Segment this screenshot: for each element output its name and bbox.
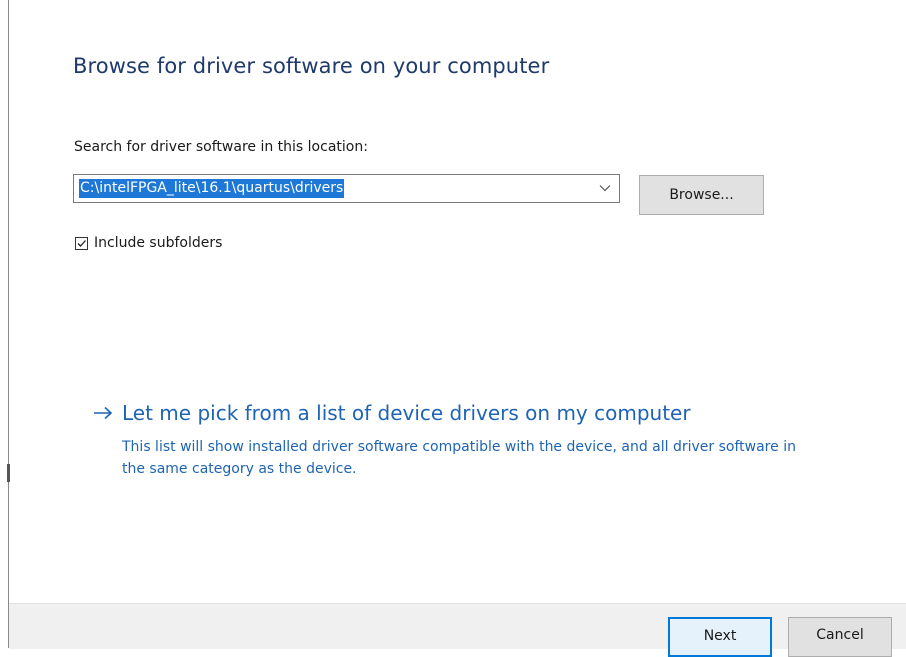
driver-path-input[interactable]: C:\intelFPGA_lite\16.1\quartus\drivers xyxy=(79,179,345,198)
window-left-border xyxy=(8,0,9,648)
include-subfolders-label[interactable]: Include subfolders xyxy=(94,235,222,251)
chevron-down-icon[interactable] xyxy=(597,177,613,199)
driver-path-combobox[interactable]: C:\intelFPGA_lite\16.1\quartus\drivers xyxy=(73,174,620,203)
pick-from-list-title[interactable]: Let me pick from a list of device driver… xyxy=(122,401,691,425)
browse-button[interactable]: Browse... xyxy=(639,175,764,215)
next-button[interactable]: Next xyxy=(668,617,772,657)
arrow-right-icon xyxy=(92,402,114,424)
pick-from-list-description[interactable]: This list will show installed driver sof… xyxy=(122,436,822,480)
include-subfolders-option[interactable]: Include subfolders xyxy=(75,233,222,253)
window-edge-marker xyxy=(7,464,10,482)
checkmark-icon xyxy=(77,239,86,247)
include-subfolders-checkbox[interactable] xyxy=(75,236,88,250)
search-location-label: Search for driver software in this locat… xyxy=(74,139,368,155)
pick-from-list-link[interactable]: Let me pick from a list of device driver… xyxy=(92,401,691,425)
cancel-button[interactable]: Cancel xyxy=(788,617,892,657)
page-title: Browse for driver software on your compu… xyxy=(73,54,550,78)
